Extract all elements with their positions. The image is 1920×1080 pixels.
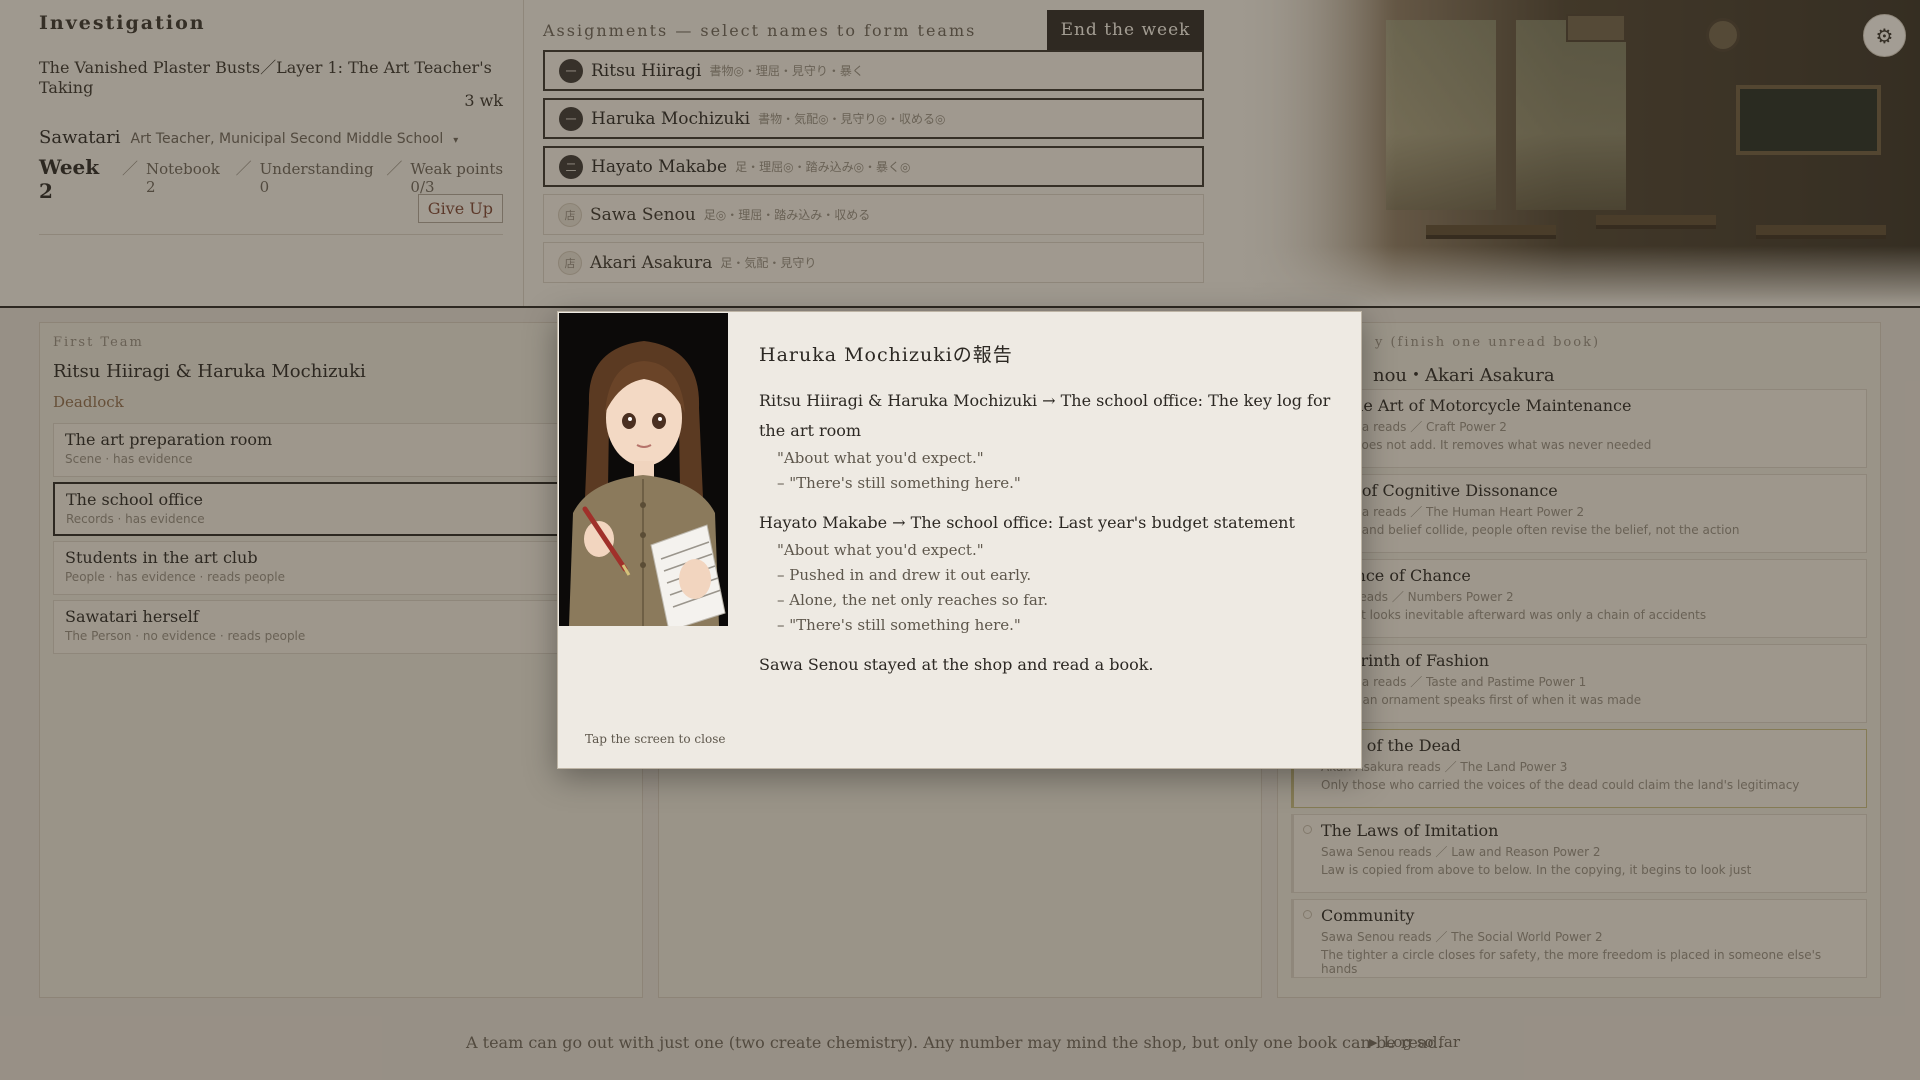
- report-line: Ritsu Hiiragi & Haruka Mochizuki → The s…: [759, 391, 1331, 440]
- report-quote: – "There's still something here.": [777, 616, 1021, 634]
- character-portrait-illustration: [559, 313, 728, 632]
- game-screen: Investigation The Vanished Plaster Busts…: [0, 0, 1920, 1080]
- report-line: Sawa Senou stayed at the shop and read a…: [759, 655, 1154, 674]
- report-line: Hayato Makabe → The school office: Last …: [759, 513, 1295, 532]
- report-quote: – "There's still something here.": [777, 474, 1021, 492]
- report-quote: – Alone, the net only reaches so far.: [777, 591, 1049, 609]
- character-portrait: [559, 313, 728, 632]
- report-body: Ritsu Hiiragi & Haruka Mochizuki → The s…: [759, 386, 1339, 680]
- report-title: Haruka Mochizukiの報告: [759, 344, 1013, 366]
- report-quote: "About what you'd expect.": [777, 449, 984, 467]
- report-quote: – Pushed in and drew it out early.: [777, 566, 1032, 584]
- report-modal[interactable]: Haruka Mochizukiの報告 Ritsu Hiiragi & Haru…: [557, 311, 1362, 769]
- close-hint[interactable]: Tap the screen to close: [585, 732, 725, 746]
- report-quote: "About what you'd expect.": [777, 541, 984, 559]
